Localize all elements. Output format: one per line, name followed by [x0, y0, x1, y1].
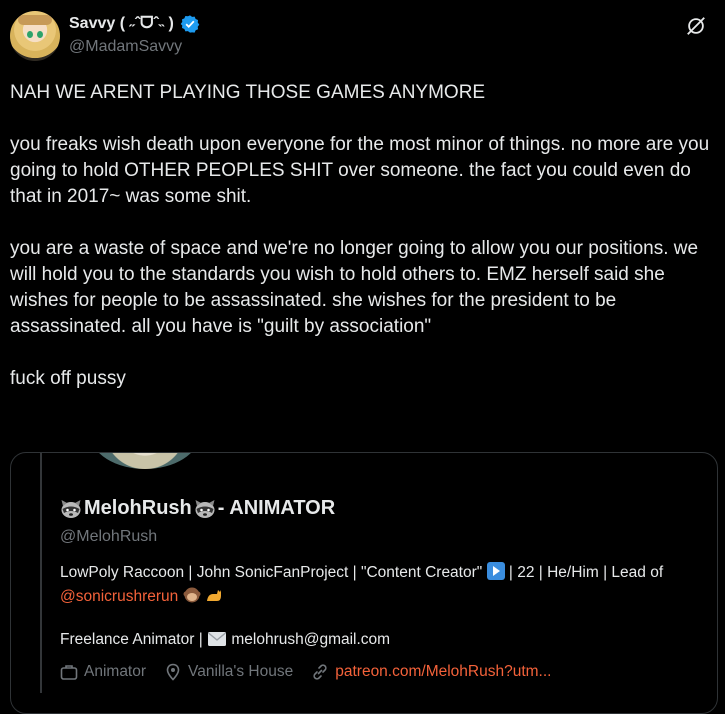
profile-bio: LowPoly Raccoon | John SonicFanProject |…	[60, 561, 690, 609]
profile-website-text[interactable]: patreon.com/MelohRush?utm...	[335, 663, 551, 681]
author-avatar[interactable]	[10, 11, 60, 61]
location-icon	[166, 663, 180, 681]
post-text: NAH WE ARENT PLAYING THOSE GAMES ANYMORE…	[10, 80, 720, 392]
post-paragraph: NAH WE ARENT PLAYING THOSE GAMES ANYMORE	[10, 82, 486, 103]
author-name-row: Savvy ( ˶ˆᗜˆ˵ )	[69, 14, 200, 34]
bio-mention-link[interactable]: @sonicrushrerun	[60, 588, 178, 605]
profile-name-suffix: - ANIMATOR	[217, 497, 336, 519]
post-paragraph: you are a waste of space and we're no lo…	[10, 238, 699, 337]
profile-location: Vanilla's House	[164, 663, 293, 681]
post-header: Savvy ( ˶ˆᗜˆ˵ ) @MadamSavvy	[10, 10, 715, 62]
freelance-text: Freelance Animator |	[60, 631, 208, 648]
profile-display-name[interactable]: MelohRush	[84, 497, 192, 520]
profile-freelance-line: Freelance Animator | melohrush@gmail.com	[60, 631, 390, 649]
post-paragraph: you freaks wish death upon everyone for …	[10, 134, 710, 207]
profile-meta-row: Animator Vanilla's House patreon.com/Mel…	[60, 663, 551, 681]
grok-icon[interactable]	[685, 15, 707, 37]
card-divider	[40, 453, 42, 693]
author-handle[interactable]: @MadamSavvy	[69, 38, 182, 56]
profile-website[interactable]: patreon.com/MelohRush?utm...	[311, 663, 551, 681]
quoted-profile-card[interactable]: MelohRush - ANIMATOR @MelohRush LowPoly …	[10, 452, 718, 714]
profile-job: Animator	[60, 663, 146, 681]
profile-email[interactable]: melohrush@gmail.com	[231, 631, 390, 648]
profile-handle[interactable]: @MelohRush	[60, 528, 157, 546]
link-icon	[313, 664, 327, 680]
bio-text: LowPoly Raccoon | John SonicFanProject |…	[60, 564, 487, 581]
monkey-icon	[183, 587, 201, 603]
bio-text: | 22 | He/Him | Lead of	[504, 564, 664, 581]
profile-avatar[interactable]	[91, 453, 199, 469]
raccoon-icon	[60, 498, 82, 520]
profile-job-text: Animator	[84, 663, 147, 680]
profile-name-row: MelohRush - ANIMATOR	[60, 497, 335, 520]
profile-location-text: Vanilla's House	[188, 663, 294, 680]
verified-icon[interactable]	[180, 14, 200, 34]
author-display-name[interactable]: Savvy ( ˶ˆᗜˆ˵ )	[69, 15, 174, 33]
play-button-icon	[486, 562, 505, 580]
briefcase-icon	[60, 665, 78, 680]
envelope-icon	[208, 632, 227, 646]
cat-icon	[206, 590, 221, 601]
post-paragraph: fuck off pussy	[10, 368, 126, 389]
raccoon-icon	[194, 498, 216, 520]
